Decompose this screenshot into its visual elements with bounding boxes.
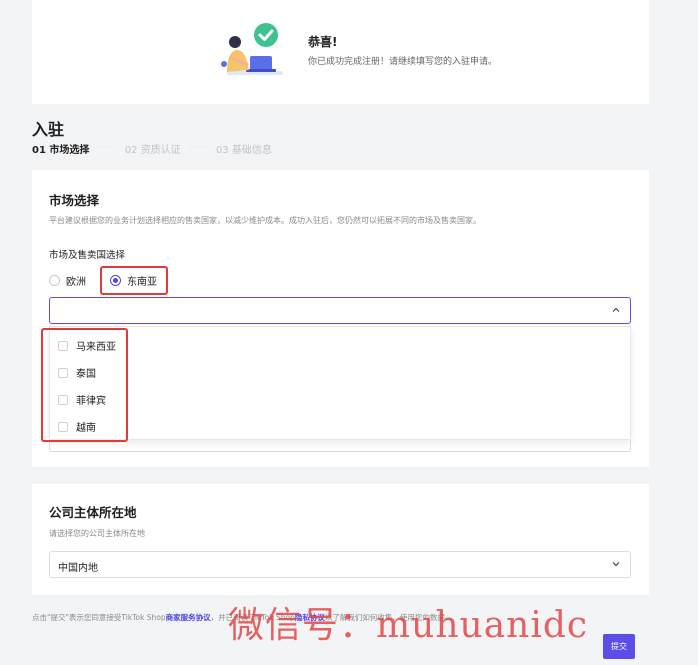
country-option-vietnam[interactable]: 越南 bbox=[58, 419, 96, 434]
checkbox[interactable] bbox=[58, 394, 68, 405]
radio-circle-checked[interactable] bbox=[110, 275, 121, 286]
step-basic-info[interactable]: 03 基础信息 bbox=[216, 141, 272, 156]
company-location-card: 公司主体所在地 请选择您的公司主体所在地 中国内地 bbox=[32, 484, 649, 595]
chevron-down-icon bbox=[612, 562, 620, 567]
radio-circle[interactable] bbox=[49, 275, 60, 286]
country-option-malaysia[interactable]: 马来西亚 bbox=[58, 338, 116, 353]
company-section-title: 公司主体所在地 bbox=[49, 505, 137, 520]
region-radio-group: 欧洲 东南亚 bbox=[49, 266, 168, 295]
checkbox[interactable] bbox=[58, 421, 68, 432]
step-qualification[interactable]: 02 资质认证 bbox=[125, 141, 181, 156]
chevron-up-icon bbox=[612, 307, 620, 312]
radio-southeast-asia[interactable]: 东南亚 bbox=[110, 273, 157, 288]
market-field-label: 市场及售卖国选择 bbox=[49, 250, 126, 261]
step-indicator: 01 市场选择 ····· 02 资质认证 ····· 03 基础信息 bbox=[32, 140, 272, 156]
company-location-value: 中国内地 bbox=[58, 563, 98, 574]
merchant-agreement-link[interactable]: 商家服务协议 bbox=[166, 613, 211, 622]
radio-europe[interactable]: 欧洲 bbox=[49, 273, 86, 288]
company-section-description: 请选择您的公司主体所在地 bbox=[49, 529, 145, 538]
radio-label: 东南亚 bbox=[127, 277, 157, 288]
checkbox[interactable] bbox=[58, 367, 68, 378]
step-market-selection[interactable]: 01 市场选择 bbox=[32, 141, 89, 156]
market-section-description: 平台建议根据您的业务计划选择相应的售卖国家，以减少维护成本。成功入驻后，您仍然可… bbox=[49, 216, 481, 225]
step-separator: ····· bbox=[97, 143, 117, 153]
option-label: 马来西亚 bbox=[76, 342, 116, 353]
congrats-card: 恭喜! 你已成功完成注册！请继续填写您的入驻申请。 bbox=[32, 0, 649, 104]
congrats-subtitle: 你已成功完成注册！请继续填写您的入驻申请。 bbox=[308, 57, 498, 67]
country-dropdown: 马来西亚 泰国 菲律宾 越南 bbox=[41, 326, 631, 442]
radio-sea-highlight-box: 东南亚 bbox=[100, 266, 168, 295]
country-option-thailand[interactable]: 泰国 bbox=[58, 365, 96, 380]
agreement-prefix: 点击"提交"表示您同意接受TikTok Shop bbox=[32, 613, 166, 622]
page-title: 入驻 bbox=[32, 120, 65, 139]
country-option-philippines[interactable]: 菲律宾 bbox=[58, 392, 106, 407]
watermark-text: 微信号：muhuanidc bbox=[228, 605, 589, 646]
market-section-title: 市场选择 bbox=[49, 193, 100, 208]
company-location-select[interactable]: 中国内地 bbox=[49, 551, 631, 578]
step-separator: ····· bbox=[188, 143, 208, 153]
checkbox[interactable] bbox=[58, 340, 68, 351]
option-label: 菲律宾 bbox=[76, 396, 106, 407]
congrats-title: 恭喜! bbox=[308, 35, 338, 49]
option-label: 泰国 bbox=[76, 369, 96, 380]
country-select[interactable] bbox=[49, 297, 631, 324]
submit-button[interactable]: 提交 bbox=[603, 634, 635, 659]
success-illustration bbox=[221, 23, 283, 75]
radio-label: 欧洲 bbox=[66, 277, 86, 288]
option-label: 越南 bbox=[76, 423, 96, 434]
